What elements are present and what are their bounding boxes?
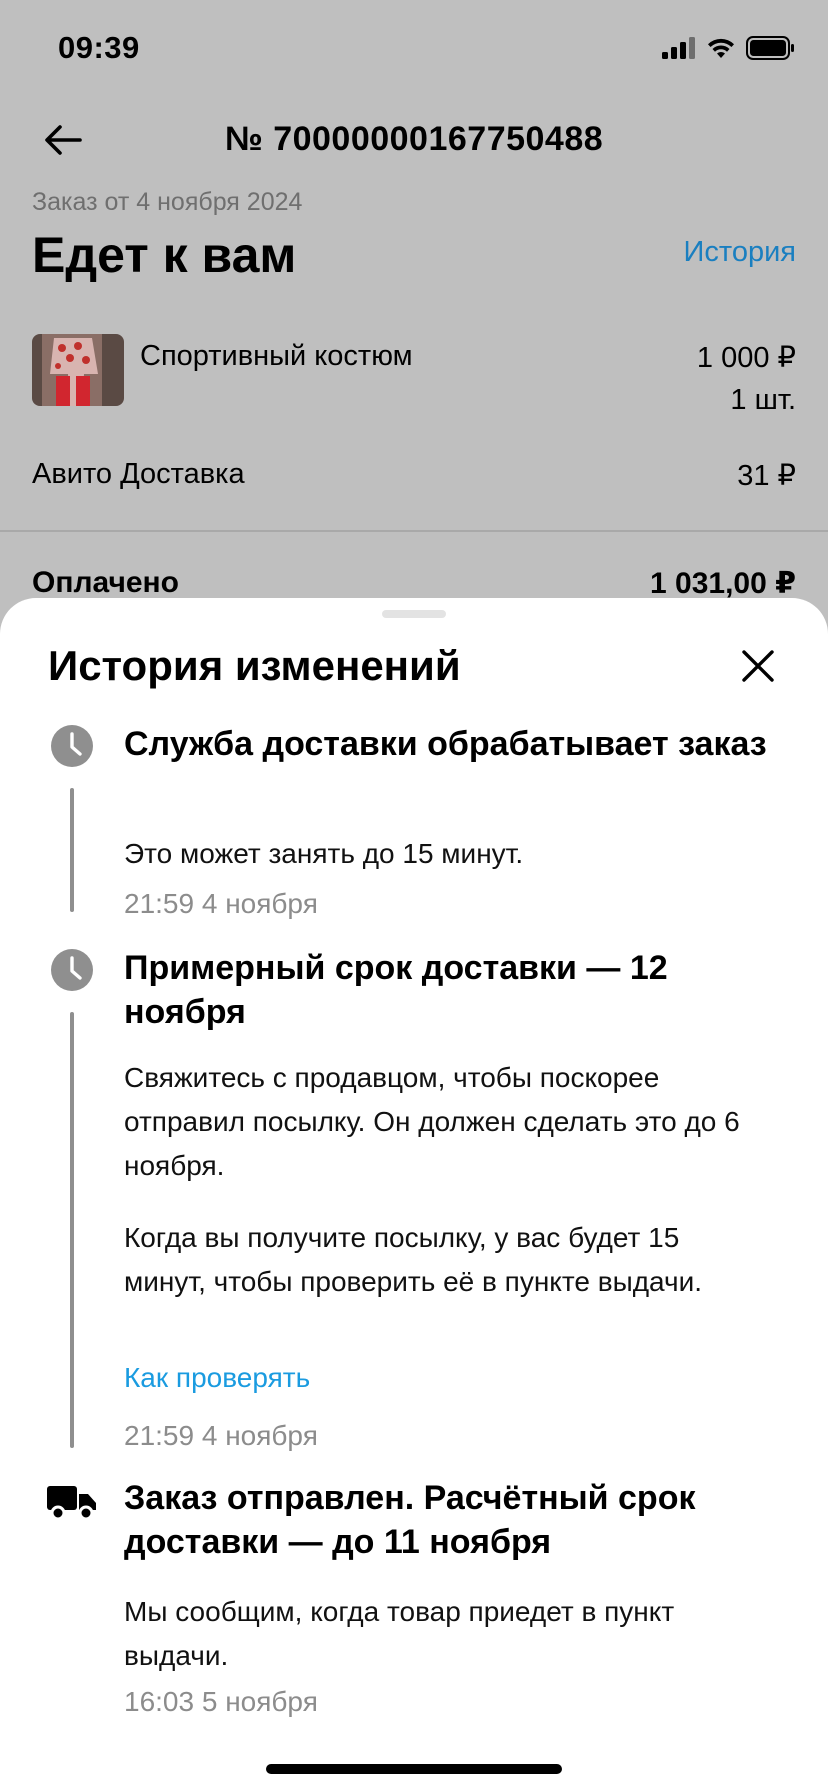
order-date: Заказ от 4 ноября 2024	[32, 188, 303, 216]
how-to-check-link[interactable]: Как проверять	[124, 1362, 310, 1394]
history-link[interactable]: История	[684, 236, 796, 269]
clock-icon	[51, 725, 93, 767]
event-title: Примерный срок доставки — 12 ноября	[124, 949, 668, 1031]
item-price: 1 000 ₽	[696, 342, 796, 374]
item-thumbnail	[32, 334, 124, 406]
item-quantity: 1 шт.	[730, 384, 796, 416]
delivery-label: Авито Доставка	[32, 458, 245, 490]
paid-label: Оплачено	[32, 566, 179, 599]
item-name: Спортивный костюм	[140, 340, 413, 372]
close-icon	[742, 650, 774, 682]
event-time: 21:59 4 ноября	[124, 888, 318, 919]
event-text-2: Когда вы получите посылку, у вас будет 1…	[124, 1222, 703, 1297]
battery-icon	[746, 36, 794, 60]
paid-amount: 1 031,00 ₽	[650, 567, 796, 600]
home-indicator	[266, 1764, 562, 1774]
order-status: Едет к вам	[32, 227, 297, 283]
signal-icon	[662, 37, 695, 59]
status-time: 09:39	[58, 30, 140, 65]
close-button[interactable]	[738, 646, 778, 686]
event-text: Свяжитесь с продавцом, чтобы поскорее от…	[124, 1062, 740, 1181]
event-time: 16:03 5 ноября	[124, 1686, 318, 1717]
history-sheet: История изменений Служба доставки обраба…	[0, 598, 828, 1792]
timeline-line	[70, 788, 74, 912]
nav-bar: № 70000000167750488	[0, 100, 828, 180]
event-time: 21:59 4 ноября	[124, 1420, 318, 1451]
sheet-drag-handle[interactable]	[382, 610, 446, 618]
event-title: Служба доставки обрабатывает заказ	[124, 725, 767, 763]
truck-icon	[47, 1486, 96, 1521]
divider	[0, 530, 828, 532]
wifi-icon	[708, 38, 734, 58]
status-icons	[662, 36, 796, 60]
clock-icon	[51, 949, 93, 991]
status-bar: 09:39	[0, 0, 828, 100]
event-title: Заказ отправлен. Расчётный срок доставки…	[124, 1479, 696, 1561]
delivery-price: 31 ₽	[737, 460, 796, 492]
event-text: Мы сообщим, когда товар приедет в пункт …	[124, 1596, 675, 1671]
event-text: Это может занять до 15 минут.	[124, 838, 524, 869]
sheet-title: История изменений	[48, 642, 461, 689]
timeline-line	[70, 1012, 74, 1448]
order-item[interactable]: Спортивный костюм 1 000 ₽ 1 шт.	[32, 334, 796, 416]
order-number: № 70000000167750488	[224, 120, 604, 158]
